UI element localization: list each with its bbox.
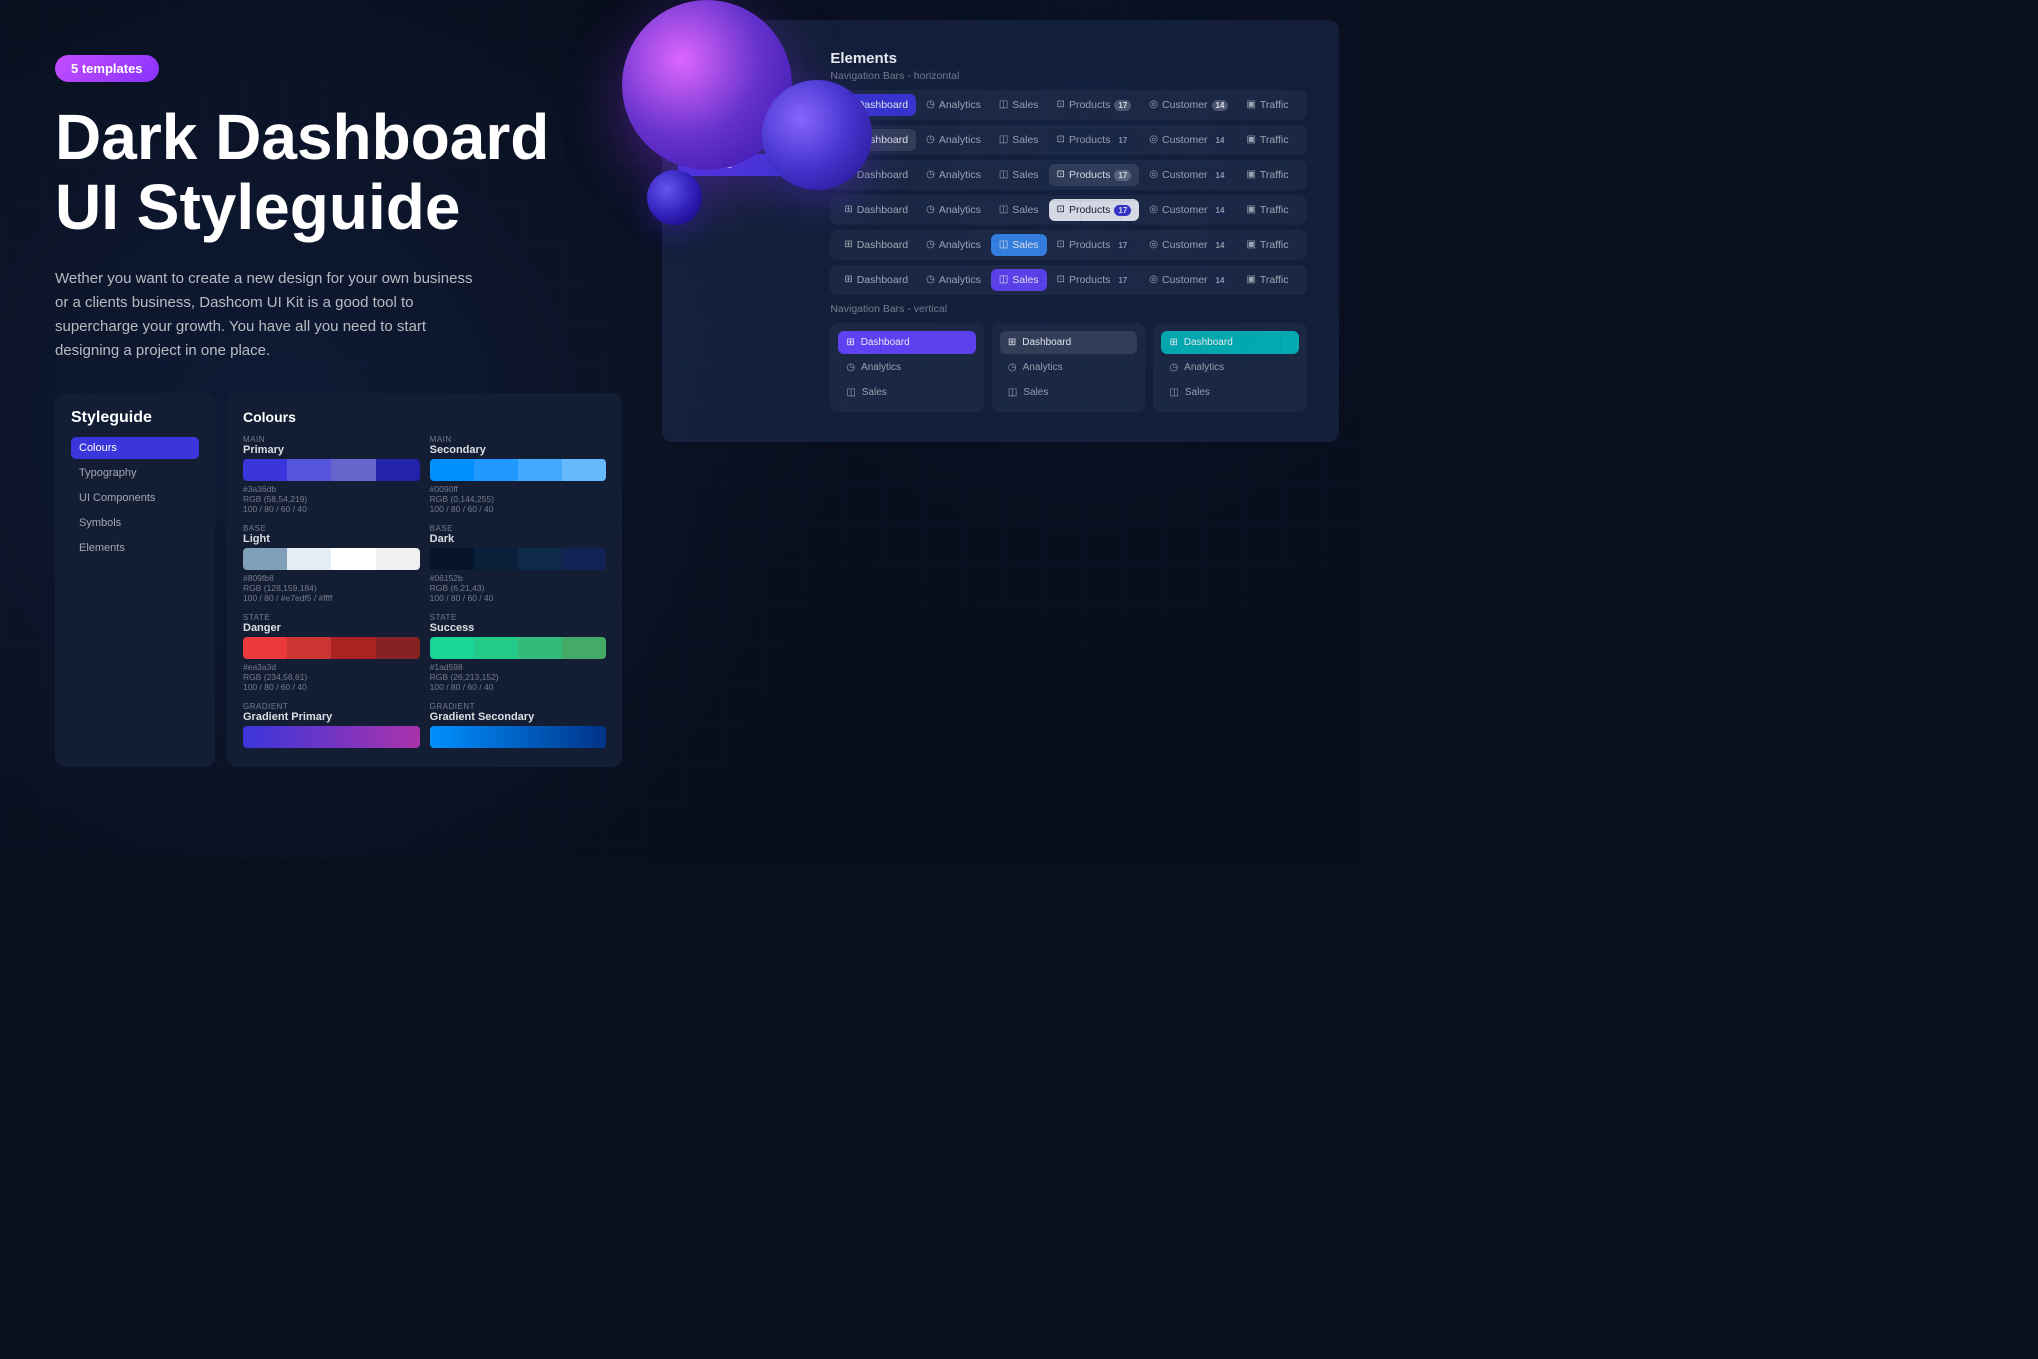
colour-primary: MAIN Primary #3a36db RGB (58,54,219) xyxy=(243,435,420,514)
sg-nav-elements[interactable]: Elements xyxy=(71,537,199,559)
sg-nav-colours[interactable]: Colours xyxy=(71,437,199,459)
spheres-container xyxy=(452,0,852,280)
swatch-light xyxy=(243,548,420,570)
swatch-dark xyxy=(430,548,607,570)
colour-secondary: MAIN Secondary #0090ff RGB (0,144,255) xyxy=(430,435,607,514)
swatch-gradient-primary xyxy=(243,726,420,748)
bottom-preview-cards: Styleguide Colours Typography UI Compone… xyxy=(55,393,622,767)
page-wrapper: 5 templates Dark Dashboard UI Styleguide… xyxy=(0,0,1359,860)
colour-gradient-secondary: GRADIENT Gradient Secondary xyxy=(430,702,607,751)
swatch-danger xyxy=(243,637,420,659)
sg-nav-typography[interactable]: Typography xyxy=(71,462,199,484)
sg-card-title: Styleguide xyxy=(71,409,199,427)
swatch-secondary xyxy=(430,459,607,481)
colour-success: STATE Success #1ad598 RGB (26,213,152) xyxy=(430,613,607,692)
sg-nav-ui-components[interactable]: UI Components xyxy=(71,487,199,509)
swatch-gradient-secondary xyxy=(430,726,607,748)
colour-light: BASE Light #809fb8 RGB (128,159,184) xyxy=(243,524,420,603)
colour-danger: STATE Danger #ea3a3d RGB (234,58,61) xyxy=(243,613,420,692)
colour-dark: BASE Dark #06152b RGB (6,21,43) xyxy=(430,524,607,603)
hero-section: 5 templates Dark Dashboard UI Styleguide… xyxy=(0,0,652,860)
colour-gradient-primary: GRADIENT Gradient Primary xyxy=(243,702,420,751)
sphere-small xyxy=(647,170,702,225)
colour-grid: MAIN Primary #3a36db RGB (58,54,219) xyxy=(243,435,606,751)
colours-card-title: Colours xyxy=(243,409,606,425)
colours-card: Colours MAIN Primary xyxy=(227,393,622,767)
swatch-primary xyxy=(243,459,420,481)
sg-mini-nav: Colours Typography UI Components Symbols xyxy=(71,437,199,560)
badge: 5 templates xyxy=(55,55,159,82)
hero-description: Wether you want to create a new design f… xyxy=(55,267,475,363)
sphere-medium xyxy=(762,80,872,190)
sg-sidebar-card: Styleguide Colours Typography UI Compone… xyxy=(55,393,215,767)
sg-nav-symbols[interactable]: Symbols xyxy=(71,512,199,534)
swatch-success xyxy=(430,637,607,659)
